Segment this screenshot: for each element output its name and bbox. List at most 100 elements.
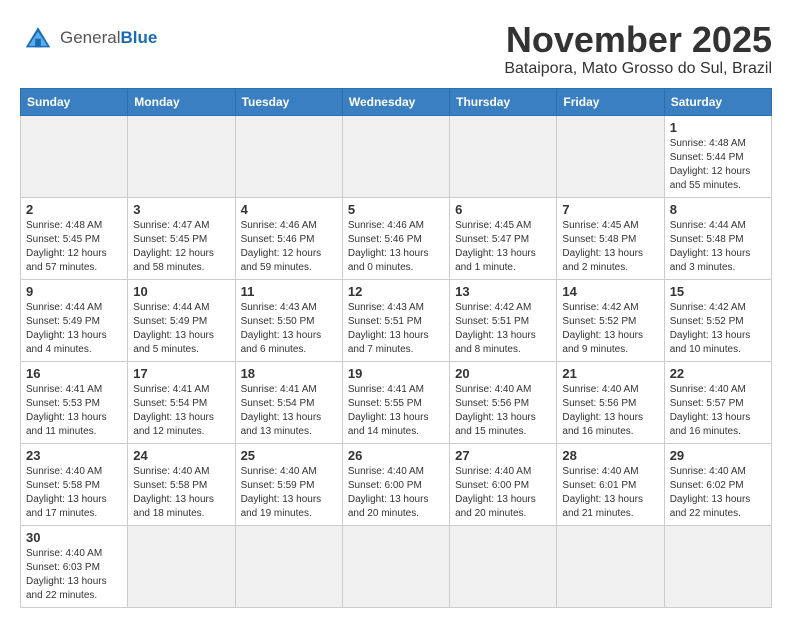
- calendar-day-cell: 20 Sunrise: 4:40 AM Sunset: 5:56 PM Dayli…: [450, 361, 557, 443]
- day-info: Sunrise: 4:46 AM Sunset: 5:46 PM Dayligh…: [241, 219, 337, 275]
- calendar-day-cell: 24 Sunrise: 4:40 AM Sunset: 5:58 PM Dayli…: [128, 443, 235, 525]
- day-number: 29: [670, 448, 766, 463]
- calendar-day-header: Sunday: [21, 88, 128, 115]
- calendar-day-cell: [450, 115, 557, 197]
- calendar-day-header: Friday: [557, 88, 664, 115]
- day-number: 2: [26, 202, 122, 217]
- calendar-day-cell: [450, 525, 557, 607]
- day-info: Sunrise: 4:44 AM Sunset: 5:48 PM Dayligh…: [670, 219, 766, 275]
- day-number: 6: [455, 202, 551, 217]
- calendar-day-cell: 26 Sunrise: 4:40 AM Sunset: 6:00 PM Dayli…: [342, 443, 449, 525]
- day-info: Sunrise: 4:41 AM Sunset: 5:55 PM Dayligh…: [348, 383, 444, 439]
- day-number: 17: [133, 366, 229, 381]
- day-info: Sunrise: 4:46 AM Sunset: 5:46 PM Dayligh…: [348, 219, 444, 275]
- calendar-day-header: Monday: [128, 88, 235, 115]
- calendar-day-cell: [557, 115, 664, 197]
- day-info: Sunrise: 4:42 AM Sunset: 5:51 PM Dayligh…: [455, 301, 551, 357]
- day-number: 24: [133, 448, 229, 463]
- calendar-day-cell: 8 Sunrise: 4:44 AM Sunset: 5:48 PM Daylig…: [664, 197, 771, 279]
- day-number: 10: [133, 284, 229, 299]
- calendar-day-cell: 21 Sunrise: 4:40 AM Sunset: 5:56 PM Dayli…: [557, 361, 664, 443]
- day-number: 7: [562, 202, 658, 217]
- calendar-day-header: Wednesday: [342, 88, 449, 115]
- calendar-day-cell: 11Sunrise: 4:43 AM Sunset: 5:50 PM Dayli…: [235, 279, 342, 361]
- page-header: GeneralBlue November 2025 Bataipora, Mat…: [20, 20, 772, 78]
- calendar-day-cell: 27Sunrise: 4:40 AM Sunset: 6:00 PM Dayli…: [450, 443, 557, 525]
- calendar-header-row: SundayMondayTuesdayWednesdayThursdayFrid…: [21, 88, 772, 115]
- day-info: Sunrise: 4:40 AM Sunset: 5:56 PM Dayligh…: [562, 383, 658, 439]
- calendar-day-cell: 29Sunrise: 4:40 AM Sunset: 6:02 PM Dayli…: [664, 443, 771, 525]
- day-number: 3: [133, 202, 229, 217]
- day-number: 19: [348, 366, 444, 381]
- day-info: Sunrise: 4:45 AM Sunset: 5:47 PM Dayligh…: [455, 219, 551, 275]
- day-info: Sunrise: 4:48 AM Sunset: 5:45 PM Dayligh…: [26, 219, 122, 275]
- day-number: 22: [670, 366, 766, 381]
- logo-icon: [20, 20, 56, 56]
- calendar-day-cell: [235, 115, 342, 197]
- calendar-day-cell: 30 Sunrise: 4:40 AM Sunset: 6:03 PM Dayli…: [21, 525, 128, 607]
- day-info: Sunrise: 4:42 AM Sunset: 5:52 PM Dayligh…: [670, 301, 766, 357]
- calendar-day-header: Tuesday: [235, 88, 342, 115]
- day-number: 13: [455, 284, 551, 299]
- calendar-day-cell: 6 Sunrise: 4:45 AM Sunset: 5:47 PM Daylig…: [450, 197, 557, 279]
- day-info: Sunrise: 4:40 AM Sunset: 6:00 PM Dayligh…: [348, 465, 444, 521]
- day-info: Sunrise: 4:41 AM Sunset: 5:53 PM Dayligh…: [26, 383, 122, 439]
- day-info: Sunrise: 4:40 AM Sunset: 5:57 PM Dayligh…: [670, 383, 766, 439]
- day-number: 28: [562, 448, 658, 463]
- calendar-day-cell: 28 Sunrise: 4:40 AM Sunset: 6:01 PM Dayli…: [557, 443, 664, 525]
- calendar-day-cell: 1Sunrise: 4:48 AM Sunset: 5:44 PM Daylig…: [664, 115, 771, 197]
- calendar-day-cell: [128, 525, 235, 607]
- calendar-week-row: 2 Sunrise: 4:48 AM Sunset: 5:45 PM Daylig…: [21, 197, 772, 279]
- calendar-day-cell: 17 Sunrise: 4:41 AM Sunset: 5:54 PM Dayli…: [128, 361, 235, 443]
- location-title: Bataipora, Mato Grosso do Sul, Brazil: [504, 60, 772, 78]
- day-info: Sunrise: 4:43 AM Sunset: 5:51 PM Dayligh…: [348, 301, 444, 357]
- day-info: Sunrise: 4:45 AM Sunset: 5:48 PM Dayligh…: [562, 219, 658, 275]
- calendar-day-cell: 19 Sunrise: 4:41 AM Sunset: 5:55 PM Dayli…: [342, 361, 449, 443]
- day-info: Sunrise: 4:41 AM Sunset: 5:54 PM Dayligh…: [133, 383, 229, 439]
- day-number: 27: [455, 448, 551, 463]
- calendar-day-cell: 23 Sunrise: 4:40 AM Sunset: 5:58 PM Dayli…: [21, 443, 128, 525]
- calendar-day-cell: 4Sunrise: 4:46 AM Sunset: 5:46 PM Daylig…: [235, 197, 342, 279]
- day-number: 20: [455, 366, 551, 381]
- day-number: 14: [562, 284, 658, 299]
- calendar-day-cell: 22 Sunrise: 4:40 AM Sunset: 5:57 PM Dayli…: [664, 361, 771, 443]
- calendar-day-cell: 9Sunrise: 4:44 AM Sunset: 5:49 PM Daylig…: [21, 279, 128, 361]
- calendar-day-cell: 2 Sunrise: 4:48 AM Sunset: 5:45 PM Daylig…: [21, 197, 128, 279]
- day-number: 23: [26, 448, 122, 463]
- calendar-day-cell: [235, 525, 342, 607]
- day-info: Sunrise: 4:40 AM Sunset: 6:01 PM Dayligh…: [562, 465, 658, 521]
- day-info: Sunrise: 4:40 AM Sunset: 5:56 PM Dayligh…: [455, 383, 551, 439]
- calendar-day-cell: 25Sunrise: 4:40 AM Sunset: 5:59 PM Dayli…: [235, 443, 342, 525]
- day-number: 5: [348, 202, 444, 217]
- day-info: Sunrise: 4:40 AM Sunset: 6:03 PM Dayligh…: [26, 547, 122, 603]
- day-info: Sunrise: 4:40 AM Sunset: 5:58 PM Dayligh…: [133, 465, 229, 521]
- calendar-day-cell: [342, 115, 449, 197]
- calendar-day-cell: 18Sunrise: 4:41 AM Sunset: 5:54 PM Dayli…: [235, 361, 342, 443]
- day-number: 26: [348, 448, 444, 463]
- calendar-day-cell: 16Sunrise: 4:41 AM Sunset: 5:53 PM Dayli…: [21, 361, 128, 443]
- calendar-day-cell: [557, 525, 664, 607]
- month-title: November 2025: [504, 20, 772, 60]
- calendar-week-row: 16Sunrise: 4:41 AM Sunset: 5:53 PM Dayli…: [21, 361, 772, 443]
- title-block: November 2025 Bataipora, Mato Grosso do …: [504, 20, 772, 78]
- day-info: Sunrise: 4:40 AM Sunset: 5:58 PM Dayligh…: [26, 465, 122, 521]
- calendar-day-cell: 15 Sunrise: 4:42 AM Sunset: 5:52 PM Dayli…: [664, 279, 771, 361]
- calendar-day-cell: 10 Sunrise: 4:44 AM Sunset: 5:49 PM Dayli…: [128, 279, 235, 361]
- calendar-week-row: 9Sunrise: 4:44 AM Sunset: 5:49 PM Daylig…: [21, 279, 772, 361]
- day-info: Sunrise: 4:44 AM Sunset: 5:49 PM Dayligh…: [133, 301, 229, 357]
- calendar-week-row: 23 Sunrise: 4:40 AM Sunset: 5:58 PM Dayli…: [21, 443, 772, 525]
- calendar-day-cell: 5 Sunrise: 4:46 AM Sunset: 5:46 PM Daylig…: [342, 197, 449, 279]
- day-number: 8: [670, 202, 766, 217]
- calendar-day-cell: 14Sunrise: 4:42 AM Sunset: 5:52 PM Dayli…: [557, 279, 664, 361]
- day-number: 15: [670, 284, 766, 299]
- day-info: Sunrise: 4:43 AM Sunset: 5:50 PM Dayligh…: [241, 301, 337, 357]
- calendar-day-header: Thursday: [450, 88, 557, 115]
- calendar-day-cell: 13 Sunrise: 4:42 AM Sunset: 5:51 PM Dayli…: [450, 279, 557, 361]
- calendar-week-row: 1Sunrise: 4:48 AM Sunset: 5:44 PM Daylig…: [21, 115, 772, 197]
- day-info: Sunrise: 4:48 AM Sunset: 5:44 PM Dayligh…: [670, 137, 766, 193]
- day-number: 21: [562, 366, 658, 381]
- calendar-day-header: Saturday: [664, 88, 771, 115]
- day-number: 30: [26, 530, 122, 545]
- day-info: Sunrise: 4:41 AM Sunset: 5:54 PM Dayligh…: [241, 383, 337, 439]
- calendar-day-cell: [664, 525, 771, 607]
